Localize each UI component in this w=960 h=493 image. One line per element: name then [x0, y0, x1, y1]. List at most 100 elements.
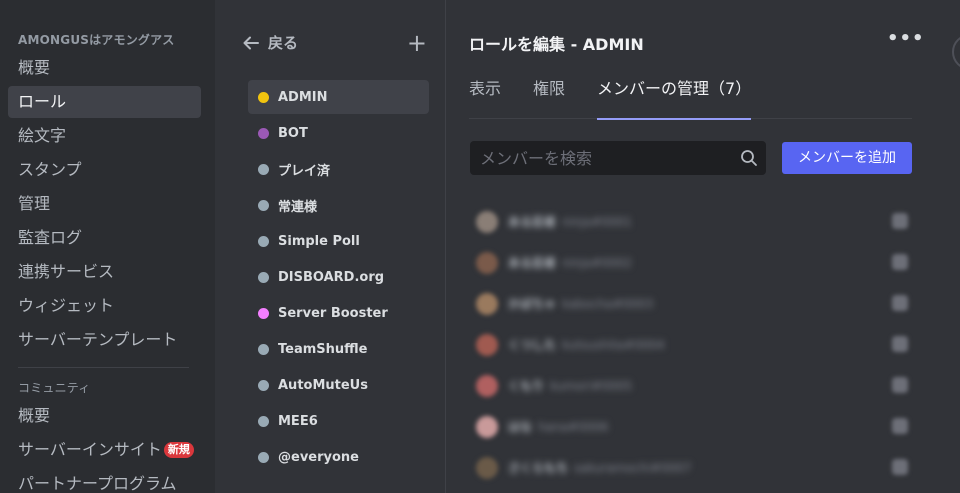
member-name: はな: [508, 420, 533, 434]
sidebar-item-audit-log[interactable]: 監査ログ: [8, 222, 201, 254]
back-label: 戻る: [268, 34, 299, 52]
member-tag: hana#0006: [538, 419, 609, 434]
role-item[interactable]: DISBOARD.org: [248, 260, 429, 294]
member-row: くもり kumori#0005: [476, 365, 908, 406]
server-insights-label: サーバーインサイト: [18, 440, 162, 459]
role-item[interactable]: AutoMuteUs: [248, 368, 429, 402]
remove-member-icon[interactable]: [892, 418, 908, 434]
page-title: ロールを編集 - ADMIN: [469, 35, 644, 54]
sidebar-item-integrations[interactable]: 連携サービス: [8, 256, 201, 288]
sidebar-item-emoji[interactable]: 絵文字: [8, 120, 201, 152]
member-row: さくらもち sakuramochi#0007: [476, 447, 908, 488]
avatar: [476, 456, 498, 479]
remove-member-icon[interactable]: [892, 377, 908, 393]
tab-manage-members[interactable]: メンバーの管理（7）: [597, 74, 752, 120]
member-name: くもり: [508, 379, 545, 393]
member-tag: ninja#0001: [562, 214, 632, 229]
role-name: Server Booster: [278, 305, 388, 321]
remove-member-icon[interactable]: [892, 336, 908, 352]
role-color-dot: [258, 415, 269, 427]
add-member-button[interactable]: メンバーを追加: [782, 142, 912, 174]
sidebar-item-stickers[interactable]: スタンプ: [8, 154, 201, 186]
role-name: プレイ済: [278, 163, 331, 179]
sidebar-item-widget[interactable]: ウィジェット: [8, 290, 201, 322]
role-name: DISBOARD.org: [278, 269, 385, 285]
member-search: [470, 141, 766, 175]
role-name: TeamShuffle: [278, 341, 368, 357]
role-color-dot: [258, 307, 269, 319]
member-tag: kutsushita#0004: [562, 337, 665, 352]
member-row: ある忍者 ninja#0002: [476, 242, 908, 283]
avatar: [476, 210, 498, 233]
role-name: 常連様: [278, 199, 318, 215]
role-color-dot: [258, 235, 269, 247]
role-item[interactable]: BOT: [248, 116, 429, 150]
member-tag: ninja#0002: [562, 255, 632, 270]
tab-display[interactable]: 表示: [469, 74, 501, 119]
remove-member-icon[interactable]: [892, 295, 908, 311]
new-badge: 新規: [163, 442, 194, 458]
member-name: ある忍者: [508, 215, 557, 229]
member-name: かぼちゃ: [508, 297, 557, 311]
search-icon: [741, 150, 757, 166]
role-color-dot: [258, 199, 269, 211]
role-color-dot: [258, 163, 269, 175]
role-color-dot: [258, 271, 269, 283]
remove-member-icon[interactable]: [892, 213, 908, 229]
role-item[interactable]: MEE6: [248, 404, 429, 438]
remove-member-icon[interactable]: [892, 459, 908, 475]
avatar: [476, 415, 498, 438]
create-role-plus-icon[interactable]: +: [407, 30, 427, 56]
role-item[interactable]: プレイ済: [248, 152, 429, 186]
avatar: [476, 251, 498, 274]
tab-permissions[interactable]: 権限: [533, 74, 565, 119]
sidebar-item-partner-program[interactable]: パートナープログラム: [8, 468, 201, 493]
role-color-dot: [258, 379, 269, 391]
more-options-icon[interactable]: •••: [887, 28, 925, 49]
sidebar-item-server-template[interactable]: サーバーテンプレート: [8, 324, 201, 356]
role-name: @everyone: [278, 449, 359, 465]
sidebar-divider: [18, 367, 189, 368]
sidebar-item-moderation[interactable]: 管理: [8, 188, 201, 220]
member-tag: sakuramochi#0007: [574, 460, 692, 475]
member-name: くつした: [508, 338, 557, 352]
role-item[interactable]: 常連様: [248, 188, 429, 222]
role-color-dot: [258, 451, 269, 463]
role-name: ADMIN: [278, 89, 328, 105]
role-name: BOT: [278, 125, 308, 141]
back-button[interactable]: 戻る: [242, 30, 298, 56]
sidebar-item-roles[interactable]: ロール: [8, 86, 201, 118]
role-tabs: 表示 権限 メンバーの管理（7）: [469, 74, 912, 120]
role-item[interactable]: @everyone: [248, 440, 429, 474]
sidebar-item-server-insights[interactable]: サーバーインサイト 新規: [8, 434, 201, 466]
role-item[interactable]: Simple Poll: [248, 224, 429, 258]
role-list: ADMIN BOT プレイ済常連様 Simple Poll DISBOARD.org Se…: [248, 80, 429, 476]
settings-sidebar: AMONGUSはアモングアス 概要 ロール 絵文字 スタンプ 管理 監査ログ 連…: [0, 0, 215, 493]
member-row: はな hana#0006: [476, 406, 908, 447]
remove-member-icon[interactable]: [892, 254, 908, 270]
member-row: かぼちゃ kabocha#0003: [476, 283, 908, 324]
member-search-input[interactable]: [470, 141, 766, 175]
avatar: [476, 292, 498, 315]
member-tag: kumori#0005: [550, 378, 633, 393]
role-item[interactable]: Server Booster: [248, 296, 429, 330]
role-item[interactable]: ADMIN: [248, 80, 429, 114]
role-list-header: 戻る +: [242, 30, 427, 56]
sidebar-item-overview[interactable]: 概要: [8, 52, 201, 84]
role-name: Simple Poll: [278, 233, 360, 249]
member-row: くつした kutsushita#0004: [476, 324, 908, 365]
member-list: ある忍者 ninja#0001 ある忍者 ninja#0002 かぼちゃ kabocha#…: [476, 201, 908, 488]
role-color-dot: [258, 91, 269, 103]
role-name: MEE6: [278, 413, 318, 429]
role-name: AutoMuteUs: [278, 377, 368, 393]
sidebar-item-community-overview[interactable]: 概要: [8, 400, 201, 432]
arrow-left-icon: [243, 36, 259, 50]
member-name: さくらもち: [508, 461, 569, 475]
role-list-panel: 戻る + ADMIN BOT プレイ済常連様 Simple Poll DISBOARD.…: [215, 0, 446, 493]
role-color-dot: [258, 127, 269, 139]
community-header: コミュニティ: [18, 381, 91, 395]
role-color-dot: [258, 343, 269, 355]
member-row: ある忍者 ninja#0001: [476, 201, 908, 242]
avatar: [476, 333, 498, 356]
role-item[interactable]: TeamShuffle: [248, 332, 429, 366]
